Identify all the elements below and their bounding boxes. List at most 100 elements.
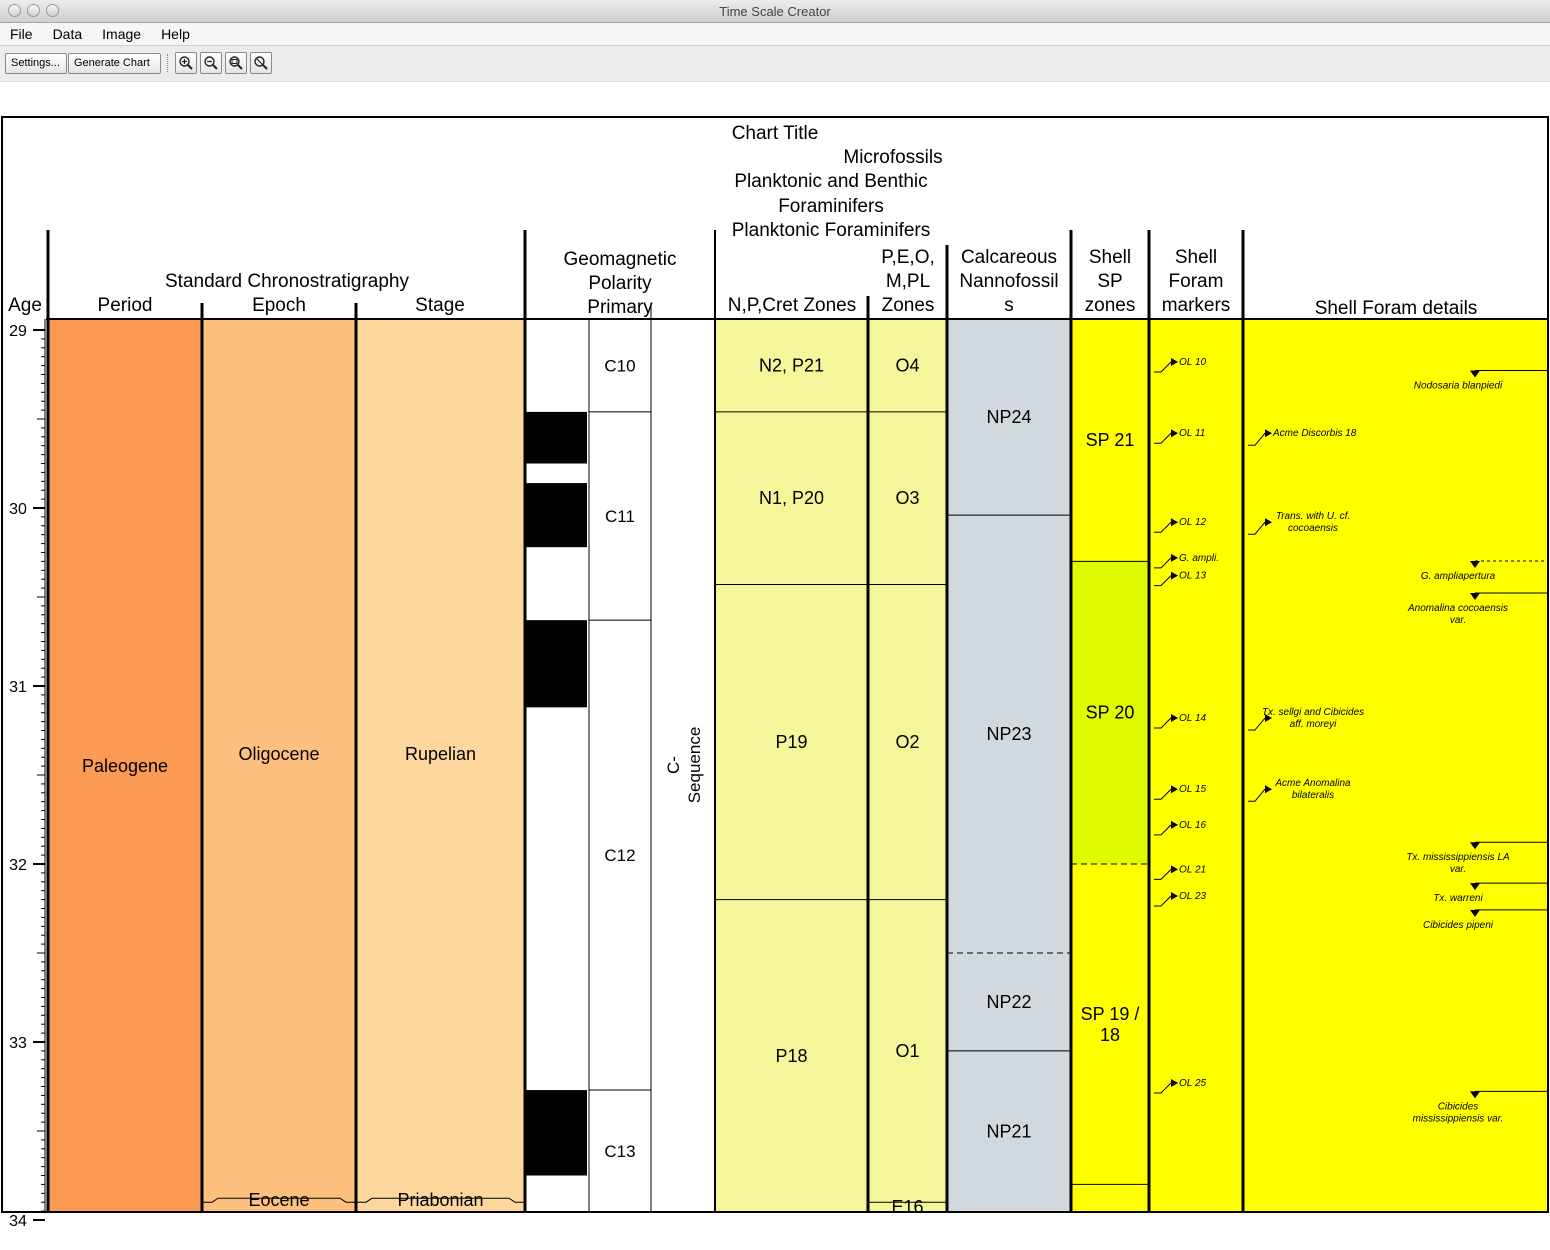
detail-right-label: var.	[1450, 864, 1466, 875]
shell-sp-zone-label: SP 20	[1086, 703, 1135, 723]
marker-label: OL 25	[1179, 1078, 1206, 1089]
header-peo-zones: Zones	[882, 295, 935, 316]
header-epoch: Epoch	[252, 295, 306, 316]
period-label: Paleogene	[82, 756, 168, 776]
age-tick-label: 32	[9, 857, 27, 874]
header-nannofossils: s	[1004, 295, 1014, 316]
shell-details-fill	[1243, 319, 1548, 1212]
nanno-zone-label: NP24	[986, 407, 1031, 427]
detail-right-label: mississippiensis var.	[1413, 1113, 1504, 1124]
stage-column-fill	[356, 319, 525, 1212]
header-stage: Stage	[415, 295, 465, 316]
header-polarity: Primary	[587, 297, 653, 318]
age-tick-label: 30	[9, 501, 27, 518]
chart-title: Chart Title	[732, 123, 819, 144]
np-zones-fill	[715, 319, 868, 1212]
chron-label: C12	[604, 846, 635, 865]
detail-right-label: Anomalina cocoaensis	[1407, 603, 1508, 614]
epoch-label: Oligocene	[238, 744, 319, 764]
peo-zone-label: E16	[891, 1197, 923, 1217]
polarity-reversal-bar	[525, 620, 587, 708]
marker-label: OL 23	[1179, 891, 1206, 902]
age-tick-label: 31	[9, 679, 27, 696]
header-polarity: Geomagnetic	[563, 249, 676, 270]
marker-label: OL 13	[1179, 571, 1206, 582]
age-tick-label: 29	[9, 323, 27, 340]
header-shell-details: Shell Foram details	[1315, 298, 1478, 319]
group-header-forams: Foraminifers	[778, 196, 884, 217]
detail-right-label: Cibicides	[1438, 1101, 1479, 1112]
header-nannofossils: Calcareous	[961, 247, 1057, 268]
nanno-column-fill	[947, 319, 1071, 1212]
chron-label: C13	[604, 1142, 635, 1161]
nanno-zone-label: NP21	[986, 1121, 1031, 1141]
marker-label: OL 11	[1179, 428, 1205, 439]
peo-zone-label: O4	[895, 355, 919, 375]
group-header-forams: Planktonic and Benthic	[734, 171, 927, 192]
sequence-label: C-	[664, 756, 683, 774]
stage-label: Priabonian	[397, 1190, 483, 1210]
header-shell-sp: Shell	[1089, 247, 1131, 268]
header-age: Age	[8, 295, 42, 316]
chron-label: C11	[605, 507, 635, 526]
header-shell-markers: markers	[1162, 295, 1231, 316]
detail-left-label: Acme Anomalina	[1274, 778, 1351, 789]
detail-right-label: G. ampliapertura	[1421, 571, 1496, 582]
detail-right-label: Nodosaria blanpiedi	[1414, 381, 1503, 392]
group-header-microfossils: Microfossils	[843, 147, 942, 168]
header-period: Period	[98, 295, 153, 316]
peo-zone-label: O1	[895, 1041, 919, 1061]
marker-label: OL 10	[1179, 357, 1206, 368]
group-header-chrono: Standard Chronostratigraphy	[165, 271, 409, 292]
detail-right-label: Cibicides pipeni	[1423, 920, 1494, 931]
np-zone-label: P18	[775, 1046, 807, 1066]
np-zone-label: P19	[775, 732, 807, 752]
header-shell-sp: zones	[1085, 295, 1136, 316]
header-np-zones: N,P,Cret Zones	[728, 295, 856, 316]
detail-right-label: var.	[1450, 615, 1466, 626]
shell-sp-zone-label: SP 19 /	[1081, 1004, 1140, 1024]
detail-right-label: Tx. warreni	[1433, 893, 1483, 904]
header-nannofossils: Nannofossil	[959, 271, 1058, 292]
chron-label: C10	[604, 356, 635, 375]
detail-right-label: Tx. mississippiensis LA	[1406, 852, 1510, 863]
marker-label: OL 21	[1179, 864, 1206, 875]
polarity-reversal-bar	[525, 1090, 587, 1176]
header-peo-zones: P,E,O,	[881, 247, 935, 268]
sequence-label: Sequence	[685, 727, 704, 804]
age-tick-label: 34	[9, 1213, 27, 1230]
peo-zone-label: O2	[895, 732, 919, 752]
header-shell-markers: Foram	[1169, 271, 1224, 292]
group-header-planktonic: Planktonic Foraminifers	[732, 220, 931, 241]
detail-left-label: bilateralis	[1292, 790, 1334, 801]
detail-left-label: aff. moreyi	[1290, 719, 1337, 730]
time-scale-chart: Chart Title Microfossils Planktonic and Be…	[1, 116, 1549, 1230]
marker-label: OL 15	[1179, 784, 1206, 795]
header-peo-zones: M,PL	[886, 271, 930, 292]
np-zone-label: N2, P21	[759, 355, 824, 375]
header-shell-markers: Shell	[1175, 247, 1217, 268]
np-zone-label: N1, P20	[759, 488, 824, 508]
peo-zones-fill	[868, 319, 947, 1212]
shell-sp-zone-label: 18	[1100, 1025, 1120, 1045]
marker-label: OL 14	[1179, 713, 1206, 724]
age-tick-label: 33	[9, 1035, 27, 1052]
peo-zone-label: O3	[895, 488, 919, 508]
polarity-reversal-bar	[525, 411, 587, 464]
header-shell-sp: SP	[1097, 271, 1122, 292]
stage-label: Rupelian	[405, 744, 476, 764]
nanno-zone-label: NP22	[986, 992, 1031, 1012]
nanno-zone-label: NP23	[986, 724, 1031, 744]
detail-left-label: Trans. with U. cf.	[1276, 511, 1350, 522]
detail-left-label: cocoaensis	[1288, 523, 1338, 534]
marker-label: OL 16	[1179, 820, 1206, 831]
epoch-column-fill	[202, 319, 356, 1212]
detail-left-label: Acme Discorbis 18	[1272, 428, 1357, 439]
epoch-label: Eocene	[248, 1190, 309, 1210]
detail-left-label: Tx. sellgi and Cibicides	[1262, 707, 1364, 718]
marker-label: OL 12	[1179, 517, 1206, 528]
marker-label: G. ampli.	[1179, 553, 1219, 564]
polarity-reversal-bar	[525, 483, 587, 548]
shell-sp-zone-label: SP 21	[1086, 430, 1135, 450]
header-polarity: Polarity	[588, 273, 652, 294]
